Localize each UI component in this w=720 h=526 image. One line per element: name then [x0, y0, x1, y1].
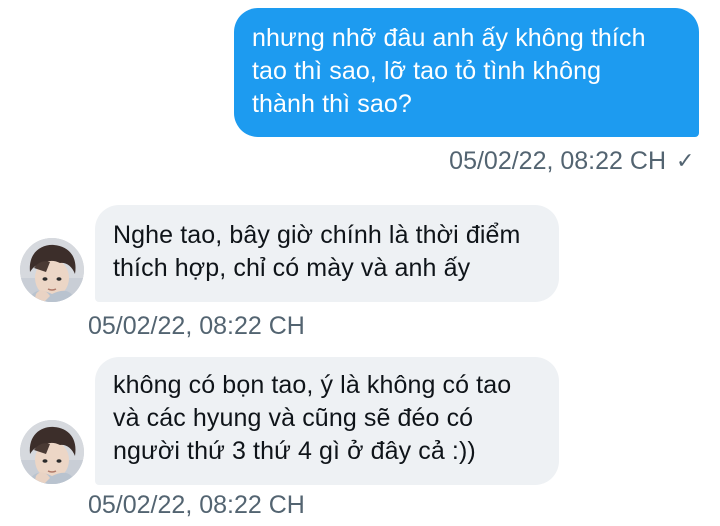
profile-photo-icon — [20, 420, 84, 484]
avatar[interactable] — [20, 238, 84, 302]
profile-photo-icon — [20, 238, 84, 302]
sent-message-timestamp: 05/02/22, 08:22 CH — [449, 147, 666, 175]
sent-message-text: nhưng nhỡ đâu anh ấy không thích tao thì… — [252, 24, 646, 118]
received-message-bubble[interactable]: không có bọn tao, ý là không có tao và c… — [95, 357, 559, 485]
received-message-bubble[interactable]: Nghe tao, bây giờ chính là thời điểm thí… — [95, 205, 559, 302]
checkmark-icon: ✓ — [676, 148, 695, 173]
received-message-text: không có bọn tao, ý là không có tao và c… — [113, 371, 512, 465]
sent-message-bubble[interactable]: nhưng nhỡ đâu anh ấy không thích tao thì… — [234, 8, 699, 137]
avatar[interactable] — [20, 420, 84, 484]
received-message-timestamp: 05/02/22, 08:22 CH — [88, 312, 305, 340]
received-message-timestamp: 05/02/22, 08:22 CH — [88, 491, 305, 519]
received-message-text: Nghe tao, bây giờ chính là thời điểm thí… — [113, 221, 521, 282]
